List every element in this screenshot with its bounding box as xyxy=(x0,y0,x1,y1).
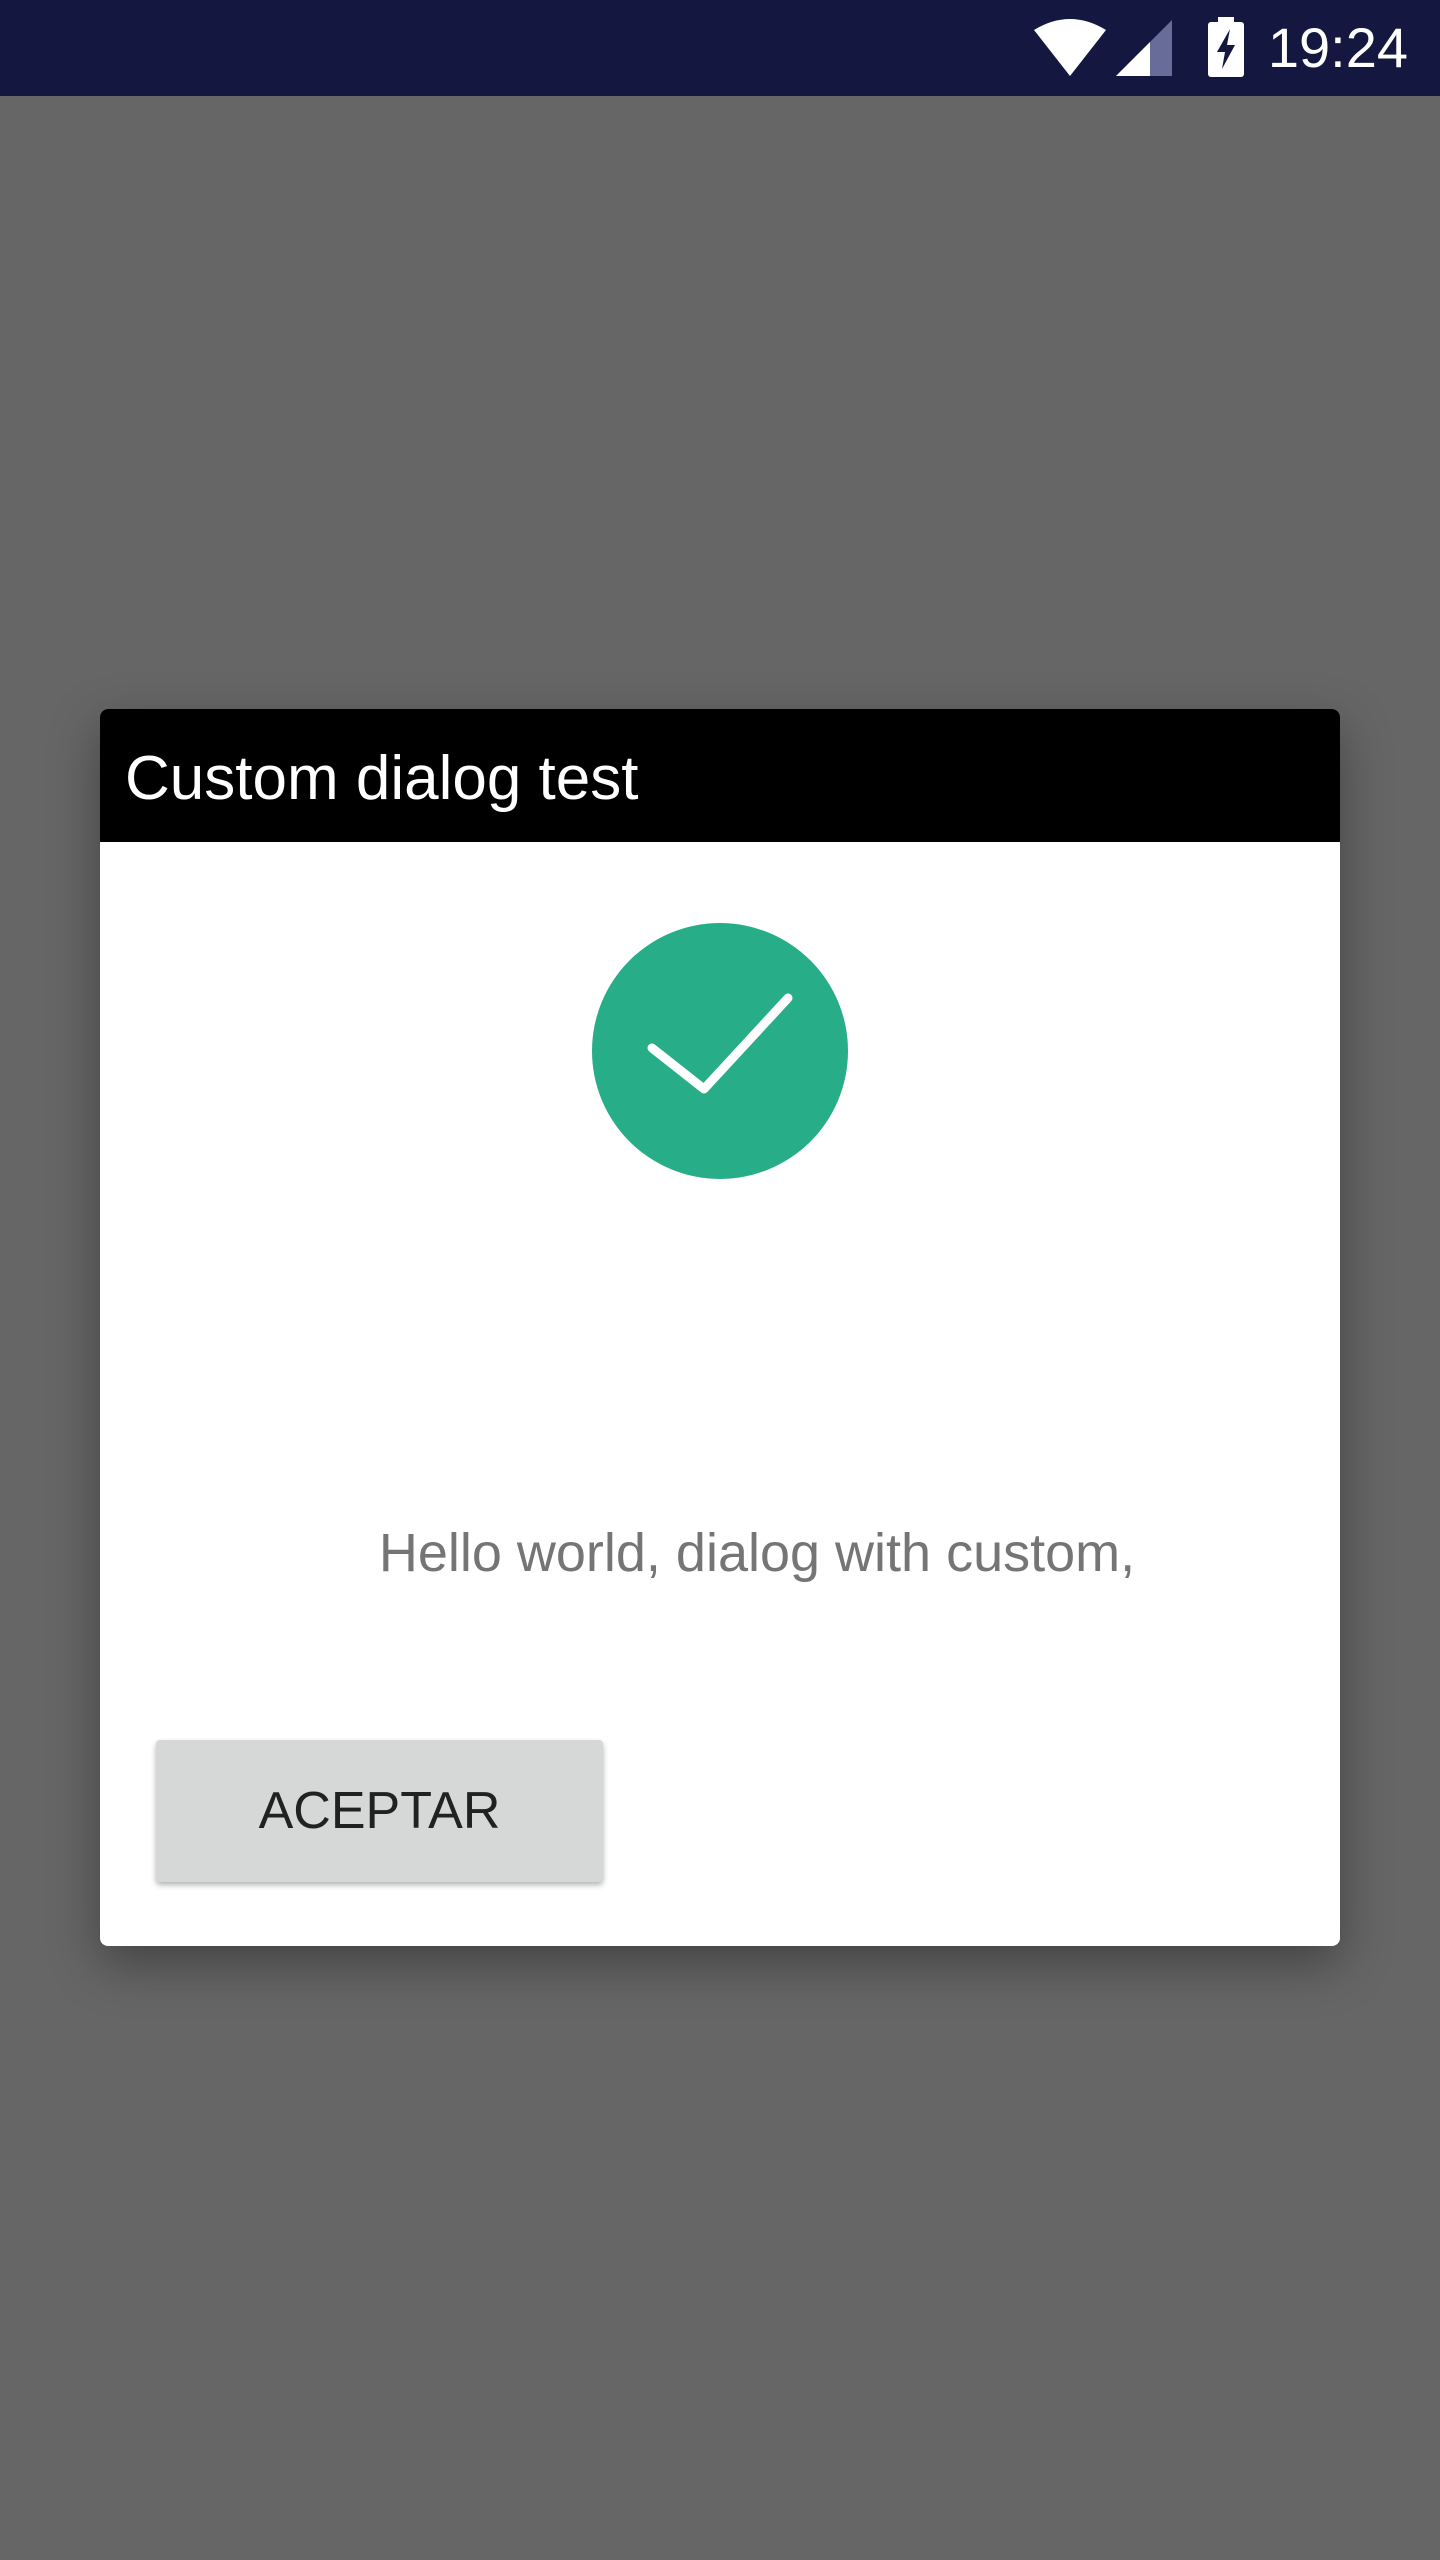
accept-button[interactable]: ACEPTAR xyxy=(156,1740,603,1882)
check-circle-icon xyxy=(592,923,848,1179)
dialog-message: Hello world, dialog with custom, xyxy=(378,1523,1136,1583)
status-time: 19:24 xyxy=(1267,16,1408,79)
cellular-signal-icon xyxy=(1115,20,1172,76)
status-icons: 19:24 xyxy=(1032,0,1408,96)
status-bar: 19:24 xyxy=(0,0,1440,96)
custom-dialog: Custom dialog test Hello world, dialog w… xyxy=(100,709,1340,1946)
wifi-icon xyxy=(1033,19,1106,76)
dialog-title: Custom dialog test xyxy=(125,744,639,813)
screen: 19:24 Custom dialog test Hello world, di… xyxy=(0,0,1440,2560)
dialog-title-bar: Custom dialog test xyxy=(100,709,1340,842)
battery-charging-icon xyxy=(1207,17,1244,77)
